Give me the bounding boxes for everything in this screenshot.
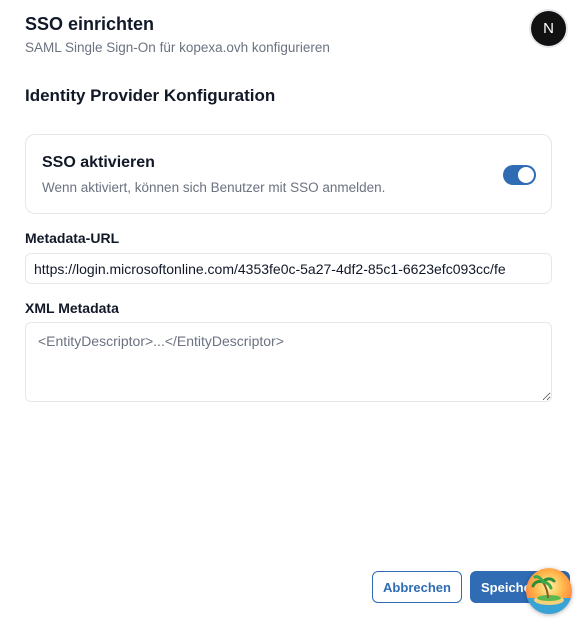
metadata-url-label: Metadata-URL xyxy=(25,230,120,246)
sso-enable-card: SSO aktivieren Wenn aktiviert, können si… xyxy=(25,134,552,214)
avatar[interactable]: N xyxy=(531,11,566,46)
sso-enable-description: Wenn aktiviert, können sich Benutzer mit… xyxy=(42,180,386,195)
toggle-knob xyxy=(518,167,534,183)
sso-enable-title: SSO aktivieren xyxy=(42,154,155,171)
metadata-url-input[interactable] xyxy=(25,253,552,284)
xml-metadata-label: XML Metadata xyxy=(25,300,119,316)
sso-enable-toggle[interactable] xyxy=(503,165,536,185)
sso-setup-dialog: SSO einrichten SAML Single Sign-On für k… xyxy=(0,0,576,619)
section-title: Identity Provider Konfiguration xyxy=(25,86,276,105)
avatar-initial: N xyxy=(543,20,554,37)
cancel-button[interactable]: Abbrechen xyxy=(372,571,462,603)
dialog-title: SSO einrichten xyxy=(25,14,155,34)
palm-island-icon[interactable] xyxy=(526,568,572,614)
xml-metadata-textarea[interactable] xyxy=(25,322,552,402)
dialog-subtitle: SAML Single Sign-On für kopexa.ovh konfi… xyxy=(25,40,330,55)
